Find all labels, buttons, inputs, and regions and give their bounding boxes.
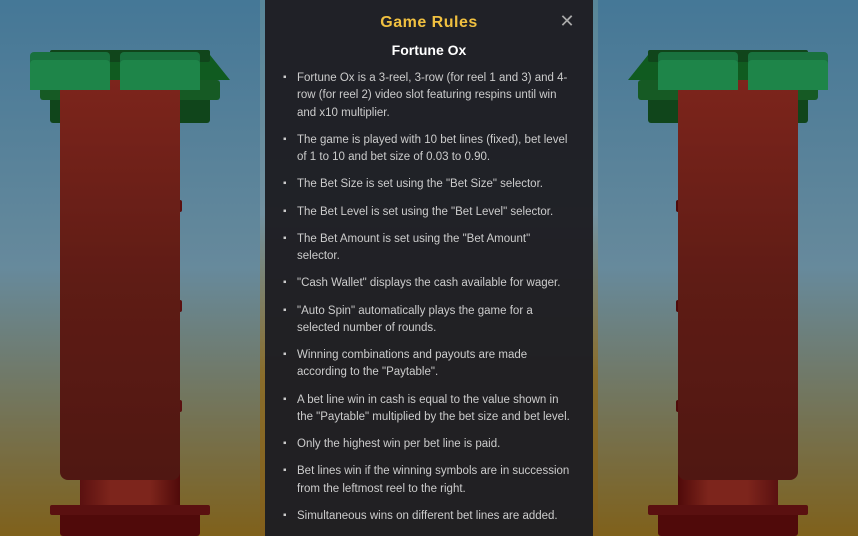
rule-item: The Bet Amount is set using the "Bet Amo…: [283, 231, 575, 266]
rule-item: A bet line win in cash is equal to the v…: [283, 392, 575, 427]
modal-title: Game Rules: [380, 14, 477, 32]
rule-item: Only the highest win per bet line is pai…: [283, 436, 575, 453]
modal-body[interactable]: Fortune Ox Fortune Ox is a 3-reel, 3-row…: [265, 42, 593, 536]
game-rules-modal: Game Rules ✕ Fortune Ox Fortune Ox is a …: [265, 0, 593, 536]
rule-item: The game is played with 10 bet lines (fi…: [283, 132, 575, 167]
rule-item: Simultaneous wins on different bet lines…: [283, 508, 575, 525]
rule-item: "Auto Spin" automatically plays the game…: [283, 303, 575, 338]
close-button[interactable]: ✕: [555, 9, 579, 33]
game-name: Fortune Ox: [283, 42, 575, 58]
rule-item: The Bet Size is set using the "Bet Size"…: [283, 176, 575, 193]
rule-item: Bet lines win if the winning symbols are…: [283, 463, 575, 498]
rules-list: Fortune Ox is a 3-reel, 3-row (for reel …: [283, 70, 575, 536]
modal-header: Game Rules ✕: [265, 0, 593, 42]
rule-item: "Cash Wallet" displays the cash availabl…: [283, 275, 575, 292]
rule-item: Fortune Ox is a 3-reel, 3-row (for reel …: [283, 70, 575, 122]
rule-item: The Bet Level is set using the "Bet Leve…: [283, 204, 575, 221]
rule-item: Winning combinations and payouts are mad…: [283, 347, 575, 382]
